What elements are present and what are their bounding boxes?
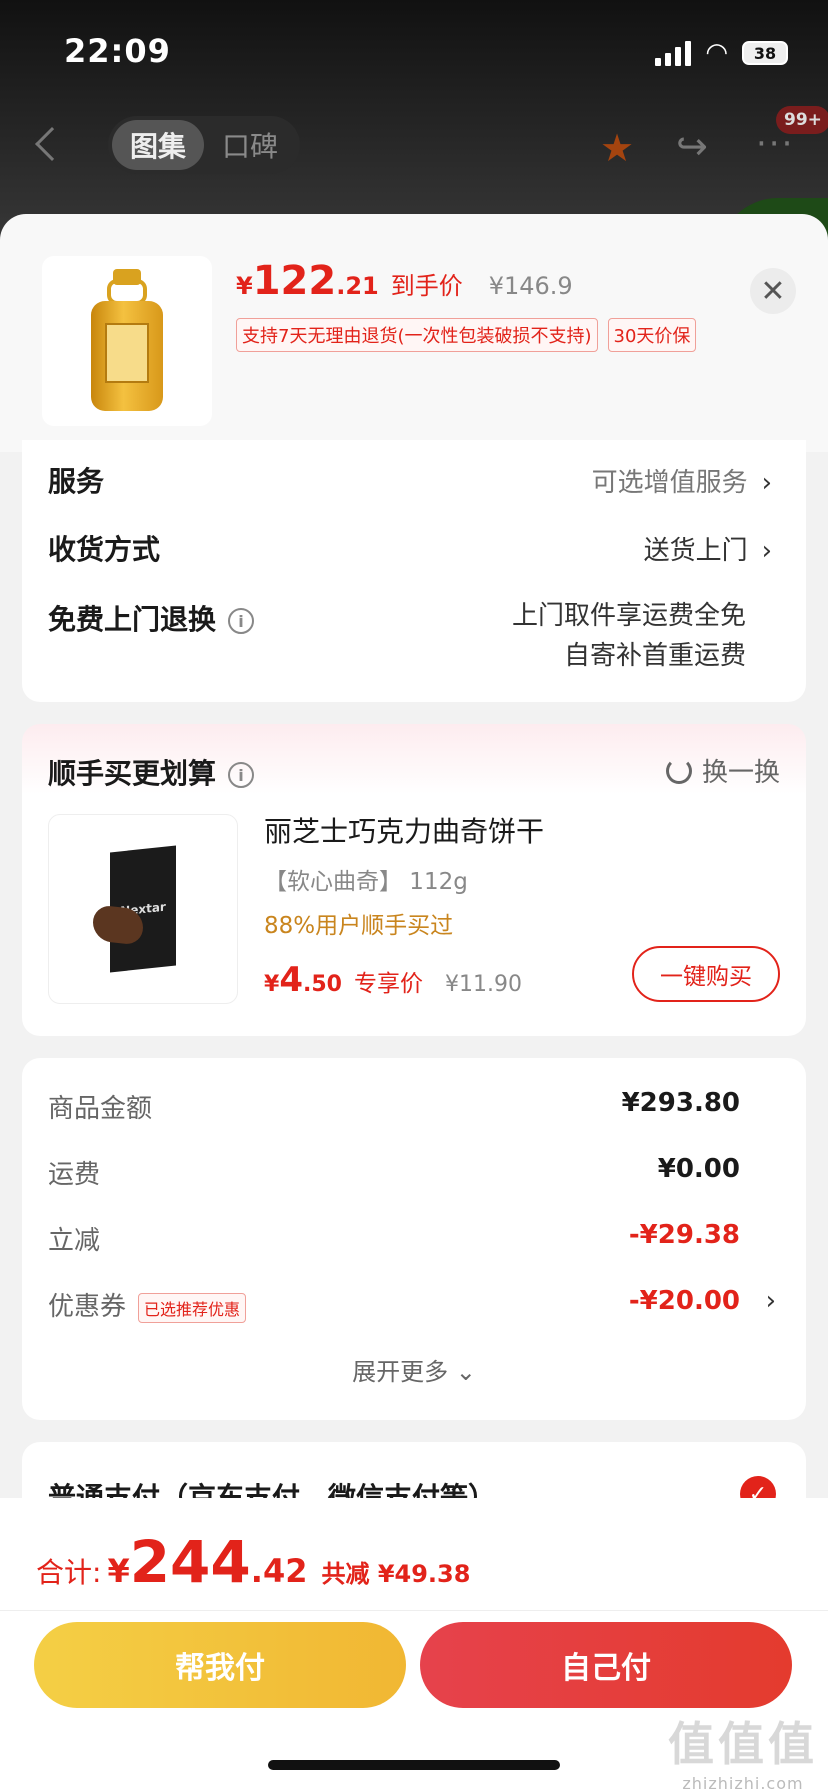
- delivery-option[interactable]: 送货上门 ›: [644, 530, 772, 567]
- swap-button[interactable]: 换一换: [665, 752, 780, 789]
- share-icon[interactable]: ↪: [676, 124, 708, 168]
- wifi-icon: ◠: [705, 38, 728, 68]
- service-card: 服务 可选增值服务 › 收货方式 送货上门 › 免费上门退换 i 上门取件享运费全免 …: [22, 440, 806, 702]
- addon-title: 顺手买更划算 i: [48, 752, 255, 792]
- addon-price-tag: 专享价: [353, 971, 423, 997]
- back-icon[interactable]: [35, 127, 69, 161]
- pay-myself-button[interactable]: 自己付: [420, 1622, 792, 1708]
- addon-name[interactable]: 丽芝士巧克力曲奇饼干: [264, 810, 544, 850]
- service-tags: 支持7天无理由退货(一次性包装破损不支持) 30天价保: [236, 318, 697, 352]
- free-return-value: 上门取件享运费全免 自寄补首重运费: [512, 596, 746, 676]
- tab-gallery[interactable]: 图集: [112, 120, 204, 170]
- swap-label: 换一换: [701, 758, 780, 788]
- addon-card: 顺手买更划算 i 换一换 Nextar 丽芝士巧克力曲奇饼干 【软心曲奇】 112…: [22, 724, 806, 1036]
- divider: [0, 1610, 828, 1611]
- free-return-line-2: 自寄补首重运费: [563, 641, 746, 671]
- free-return-text: 免费上门退换: [48, 603, 217, 636]
- addon-title-text: 顺手买更划算: [48, 757, 217, 790]
- addon-price-integer: 4: [279, 960, 303, 1000]
- delivery-label: 收货方式: [48, 533, 161, 566]
- delivery-value: 送货上门: [643, 536, 748, 566]
- status-bar: 22:09 ◠ 38: [0, 0, 828, 100]
- total-decimal: .42: [250, 1552, 308, 1590]
- shipping-label: 运费: [48, 1160, 101, 1190]
- total-savings: 共减 ¥49.38: [321, 1560, 471, 1588]
- goods-amount-label: 商品金额: [48, 1094, 153, 1124]
- battery-level: 38: [753, 43, 777, 63]
- addon-spec: 【软心曲奇】 112g: [264, 869, 468, 895]
- status-icons: ◠ 38: [655, 38, 788, 68]
- coupon-value[interactable]: -¥20.00: [629, 1286, 740, 1316]
- price-decimal: .21: [336, 272, 379, 300]
- addon-hint: 88%用户顺手买过: [264, 913, 454, 939]
- chevron-right-icon[interactable]: ›: [766, 1286, 776, 1316]
- one-click-buy-button[interactable]: 一键购买: [632, 946, 780, 1002]
- bottom-bar: 合计: ¥ 244 .42 共减 ¥49.38 帮我付 自己付 值值值 zhiz…: [0, 1498, 828, 1792]
- sheet-header: ¥ 122 .21 到手价 ¥146.9 支持7天无理由退货(一次性包装破损不支…: [0, 214, 828, 452]
- service-option[interactable]: 可选增值服务 ›: [592, 462, 772, 499]
- expand-more-button[interactable]: 展开更多 ⌄: [22, 1352, 806, 1387]
- star-icon[interactable]: ★: [600, 126, 634, 170]
- discount-value: -¥29.38: [628, 1220, 740, 1250]
- signal-icon: [655, 40, 692, 66]
- total-symbol: ¥: [107, 1552, 130, 1590]
- total-price: 合计: ¥ 244 .42 共减 ¥49.38: [36, 1528, 470, 1596]
- price-tag: 到手价: [390, 272, 463, 300]
- discount-label: 立减: [48, 1226, 101, 1256]
- message-badge: 99+: [776, 106, 828, 134]
- close-button[interactable]: ✕: [750, 268, 796, 314]
- coupon-text: 优惠券: [48, 1292, 127, 1322]
- info-icon[interactable]: i: [228, 762, 255, 788]
- close-icon: ✕: [760, 273, 786, 309]
- watermark: 值值值 zhizhizhi.com: [668, 1708, 818, 1792]
- price-protect-tag: 30天价保: [607, 318, 697, 352]
- chevron-right-icon: ›: [761, 468, 772, 498]
- product-image: [42, 256, 212, 426]
- oil-bottle-image: [87, 269, 167, 413]
- service-label: 服务: [48, 465, 105, 498]
- shipping-value: ¥0.00: [657, 1154, 740, 1184]
- addon-original-price: ¥11.90: [444, 972, 522, 997]
- price-integer: 122: [252, 258, 337, 304]
- tab-reviews[interactable]: 口碑: [204, 120, 296, 170]
- price-summary-card: 商品金额 ¥293.80 运费 ¥0.00 立减 -¥29.38 优惠券 已选推荐…: [22, 1058, 806, 1420]
- total-label: 合计:: [36, 1556, 102, 1589]
- free-return-line-1: 上门取件享运费全免: [511, 601, 746, 631]
- product-price: ¥ 122 .21 到手价 ¥146.9: [236, 258, 573, 304]
- total-integer: 244: [129, 1528, 251, 1596]
- addon-price-symbol: ¥: [264, 972, 280, 997]
- watermark-url: zhizhizhi.com: [682, 1774, 804, 1792]
- price-symbol: ¥: [236, 272, 253, 300]
- segmented-tabs: 图集 口碑: [108, 116, 300, 174]
- addon-image[interactable]: Nextar: [48, 814, 238, 1004]
- battery-icon: 38: [742, 41, 788, 65]
- goods-amount-value: ¥293.80: [621, 1088, 740, 1118]
- return-policy-tag: 支持7天无理由退货(一次性包装破损不支持): [236, 318, 598, 352]
- status-time: 22:09: [64, 32, 171, 70]
- chevron-right-icon: ›: [761, 536, 772, 566]
- addon-price-decimal: .50: [302, 972, 342, 997]
- help-me-pay-button[interactable]: 帮我付: [34, 1622, 406, 1708]
- watermark-logo: 值值值: [668, 1717, 818, 1771]
- refresh-icon: [665, 757, 692, 784]
- original-price: ¥146.9: [488, 272, 573, 300]
- nav-bar: 图集 口碑 ★ ↪ ··· 99+: [0, 106, 828, 180]
- info-icon[interactable]: i: [228, 608, 255, 634]
- coupon-label: 优惠券 已选推荐优惠: [48, 1286, 247, 1323]
- free-return-label: 免费上门退换 i: [48, 598, 255, 638]
- coupon-badge: 已选推荐优惠: [138, 1292, 247, 1323]
- home-indicator: [268, 1760, 560, 1770]
- addon-price: ¥ 4 .50 专享价 ¥11.90: [264, 960, 522, 1000]
- service-value: 可选增值服务: [591, 468, 748, 498]
